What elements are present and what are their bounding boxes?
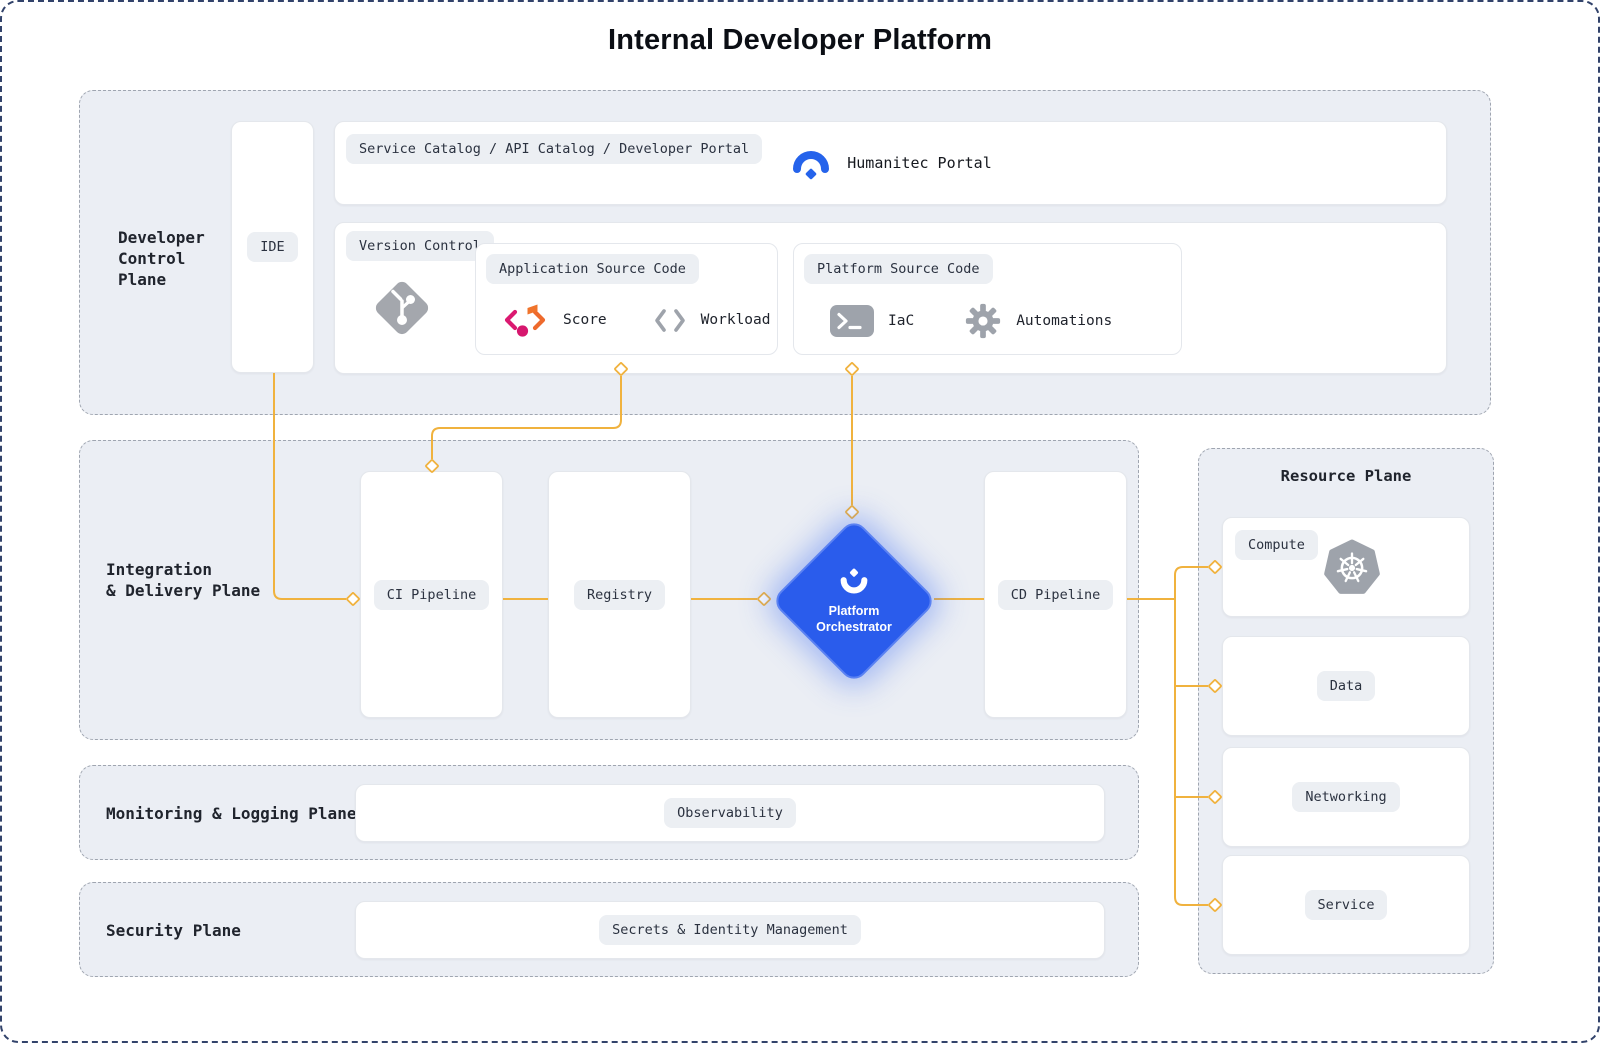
automations-label: Automations bbox=[1016, 313, 1112, 329]
iac-label: IaC bbox=[888, 313, 914, 329]
security-plane: Security Plane Secrets & Identity Manage… bbox=[79, 882, 1139, 977]
integration-delivery-plane-label: Integration & Delivery Plane bbox=[106, 559, 306, 601]
kubernetes-icon bbox=[1323, 539, 1381, 597]
humanitec-portal-label: Humanitec Portal bbox=[847, 154, 992, 172]
score-label: Score bbox=[563, 312, 607, 328]
ci-pipeline-label: CI Pipeline bbox=[374, 580, 489, 610]
ide-box: IDE bbox=[231, 121, 314, 373]
compute-box: Compute bbox=[1222, 517, 1470, 617]
humanitec-portal-brand: Humanitec Portal bbox=[335, 122, 1446, 204]
version-control-box: Version Control Application Source Code bbox=[334, 222, 1447, 374]
monitoring-logging-plane: Monitoring & Logging Plane Observability bbox=[79, 765, 1139, 860]
application-source-code-label: Application Source Code bbox=[486, 254, 699, 284]
service-box: Service bbox=[1222, 855, 1470, 955]
registry-box: Registry bbox=[548, 471, 691, 718]
portal-box: Service Catalog / API Catalog / Develope… bbox=[334, 121, 1447, 205]
diagram-canvas: Internal Developer Platform Developer Co… bbox=[0, 0, 1600, 1043]
developer-control-plane-label: Developer Control Plane bbox=[118, 227, 248, 290]
data-label: Data bbox=[1317, 671, 1376, 701]
cd-pipeline-label: CD Pipeline bbox=[998, 580, 1113, 610]
workload-label: Workload bbox=[701, 312, 771, 328]
code-brackets-icon bbox=[653, 307, 687, 334]
service-label: Service bbox=[1305, 890, 1388, 920]
score-logo-icon bbox=[502, 300, 549, 340]
observability-label: Observability bbox=[664, 798, 796, 828]
platform-orchestrator-label: Platform Orchestrator bbox=[816, 604, 892, 635]
platform-source-code-box: Platform Source Code IaC bbox=[793, 243, 1182, 355]
version-control-label: Version Control bbox=[346, 231, 494, 261]
platform-source-code-label: Platform Source Code bbox=[804, 254, 993, 284]
application-source-code-box: Application Source Code Score bbox=[475, 243, 778, 355]
data-box: Data bbox=[1222, 636, 1470, 736]
page-title: Internal Developer Platform bbox=[2, 24, 1598, 57]
secrets-identity-label: Secrets & Identity Management bbox=[599, 915, 861, 945]
observability-box: Observability bbox=[355, 784, 1105, 842]
gear-icon bbox=[964, 302, 1002, 340]
humanitec-logo-icon bbox=[789, 142, 833, 184]
git-icon bbox=[373, 279, 431, 337]
monitoring-logging-plane-label: Monitoring & Logging Plane bbox=[106, 803, 356, 824]
resource-plane-label: Resource Plane bbox=[1199, 467, 1493, 485]
terminal-icon bbox=[830, 305, 874, 337]
compute-label: Compute bbox=[1235, 530, 1318, 560]
networking-label: Networking bbox=[1292, 782, 1399, 812]
humanitec-logo-white-icon bbox=[835, 567, 873, 598]
registry-label: Registry bbox=[574, 580, 665, 610]
security-plane-label: Security Plane bbox=[106, 920, 241, 941]
networking-box: Networking bbox=[1222, 747, 1470, 847]
secrets-identity-box: Secrets & Identity Management bbox=[355, 901, 1105, 959]
ide-label: IDE bbox=[247, 232, 297, 262]
cd-pipeline-box: CD Pipeline bbox=[984, 471, 1127, 718]
ci-pipeline-box: CI Pipeline bbox=[360, 471, 503, 718]
